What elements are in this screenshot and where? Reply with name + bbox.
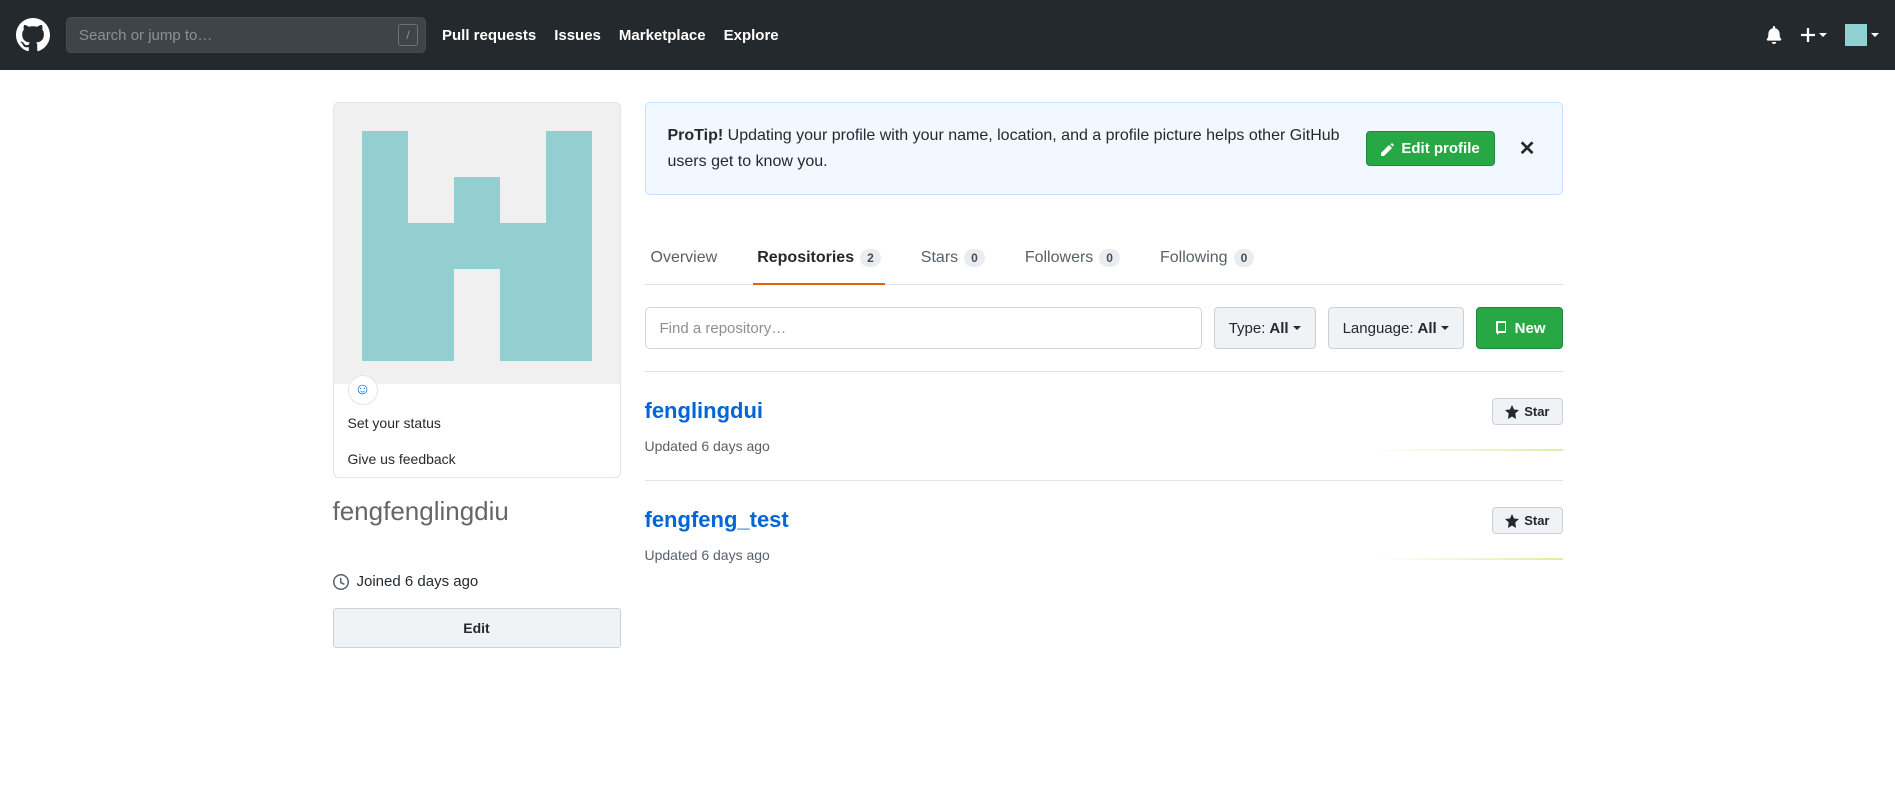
tab-label: Stars [921, 249, 958, 267]
nav-pull-requests[interactable]: Pull requests [442, 27, 536, 44]
activity-sparkline [1373, 449, 1563, 451]
global-header: / Pull requests Issues Marketplace Explo… [0, 0, 1895, 70]
tab-label: Followers [1025, 249, 1093, 267]
tab-count: 0 [964, 249, 985, 267]
star-icon [1505, 405, 1519, 419]
user-menu[interactable] [1845, 24, 1879, 46]
profile-tabs: Overview Repositories 2 Stars 0 Followers 0… [645, 235, 1563, 285]
clock-icon [333, 574, 349, 590]
left-filters: Type: All Language: All [645, 307, 1464, 349]
tab-count: 0 [1234, 249, 1255, 267]
slash-key-icon: / [398, 24, 418, 46]
smiley-icon[interactable]: ☺ [348, 375, 378, 405]
protip-banner: ProTip! Updating your profile with your … [645, 102, 1563, 195]
repo-link[interactable]: fenglingdui [645, 398, 764, 423]
language-filter[interactable]: Language: All [1328, 307, 1464, 349]
username: fengfenglingdiu [333, 496, 621, 527]
protip-text: ProTip! Updating your profile with your … [668, 123, 1347, 174]
edit-profile-button[interactable]: Edit [333, 608, 621, 648]
tab-label: Overview [651, 249, 718, 267]
identicon-icon [362, 131, 592, 361]
protip-message: Updating your profile with your name, lo… [668, 127, 1340, 170]
repo-updated: Updated 6 days ago [645, 547, 1373, 563]
github-logo[interactable] [16, 18, 50, 52]
type-filter-value: All [1269, 320, 1288, 337]
repo-main: fenglingdui Updated 6 days ago [645, 398, 1373, 454]
find-repo-input[interactable] [645, 307, 1202, 349]
bell-icon [1765, 26, 1783, 44]
create-menu[interactable] [1801, 28, 1827, 42]
joined-info: Joined 6 days ago [333, 573, 621, 590]
caret-down-icon [1871, 33, 1879, 37]
activity-sparkline [1373, 558, 1563, 560]
status-card: ☺ Set your status Give us feedback [333, 384, 621, 478]
tab-followers[interactable]: Followers 0 [1021, 235, 1124, 285]
search-box: / [66, 17, 426, 53]
type-filter[interactable]: Type: All [1214, 307, 1316, 349]
tab-following[interactable]: Following 0 [1156, 235, 1258, 285]
nav-marketplace[interactable]: Marketplace [619, 27, 706, 44]
caret-down-icon [1441, 326, 1449, 330]
repo-main: fengfeng_test Updated 6 days ago [645, 507, 1373, 563]
profile-sidebar: ☺ Set your status Give us feedback fengf… [333, 102, 621, 648]
joined-text: Joined 6 days ago [357, 573, 479, 590]
caret-down-icon [1293, 326, 1301, 330]
tab-repositories[interactable]: Repositories 2 [753, 235, 885, 285]
repo-icon [1493, 320, 1509, 336]
caret-down-icon [1819, 33, 1827, 37]
plus-icon [1801, 28, 1815, 42]
language-filter-value: All [1417, 320, 1436, 337]
primary-nav: Pull requests Issues Marketplace Explore [442, 27, 779, 44]
star-button[interactable]: Star [1492, 398, 1562, 425]
repo-item: fengfeng_test Updated 6 days ago Star [645, 481, 1563, 589]
protip-label: ProTip! [668, 127, 724, 144]
star-icon [1505, 514, 1519, 528]
close-banner-button[interactable]: ✕ [1515, 136, 1540, 161]
set-status-link[interactable]: Set your status [334, 405, 620, 441]
header-right [1765, 24, 1879, 46]
avatar[interactable] [333, 102, 621, 390]
avatar-thumbnail [1845, 24, 1867, 46]
tab-count: 0 [1099, 249, 1120, 267]
nav-issues[interactable]: Issues [554, 27, 601, 44]
star-button[interactable]: Star [1492, 507, 1562, 534]
language-filter-label: Language: [1343, 320, 1414, 337]
pencil-icon [1381, 142, 1395, 156]
edit-profile-banner-button[interactable]: Edit profile [1366, 131, 1494, 166]
notifications-button[interactable] [1765, 26, 1783, 44]
star-label: Star [1524, 513, 1549, 528]
tab-count: 2 [860, 249, 881, 267]
repo-right: Star [1373, 398, 1563, 451]
tab-stars[interactable]: Stars 0 [917, 235, 989, 285]
type-filter-label: Type: [1229, 320, 1266, 337]
repo-right: Star [1373, 507, 1563, 560]
star-label: Star [1524, 404, 1549, 419]
give-feedback-link[interactable]: Give us feedback [334, 441, 620, 477]
main-content: ProTip! Updating your profile with your … [645, 102, 1563, 648]
github-icon [16, 18, 50, 52]
search-input[interactable] [66, 17, 426, 53]
repo-link[interactable]: fengfeng_test [645, 507, 789, 532]
repo-filter-bar: Type: All Language: All New [645, 307, 1563, 349]
repo-item: fenglingdui Updated 6 days ago Star [645, 372, 1563, 481]
tab-label: Following [1160, 249, 1228, 267]
page-body: ☺ Set your status Give us feedback fengf… [333, 70, 1563, 648]
new-repo-label: New [1515, 320, 1546, 337]
edit-profile-banner-label: Edit profile [1401, 140, 1479, 157]
new-repo-button[interactable]: New [1476, 307, 1563, 349]
tab-label: Repositories [757, 249, 854, 267]
tab-overview[interactable]: Overview [647, 235, 722, 285]
nav-explore[interactable]: Explore [724, 27, 779, 44]
repo-updated: Updated 6 days ago [645, 438, 1373, 454]
